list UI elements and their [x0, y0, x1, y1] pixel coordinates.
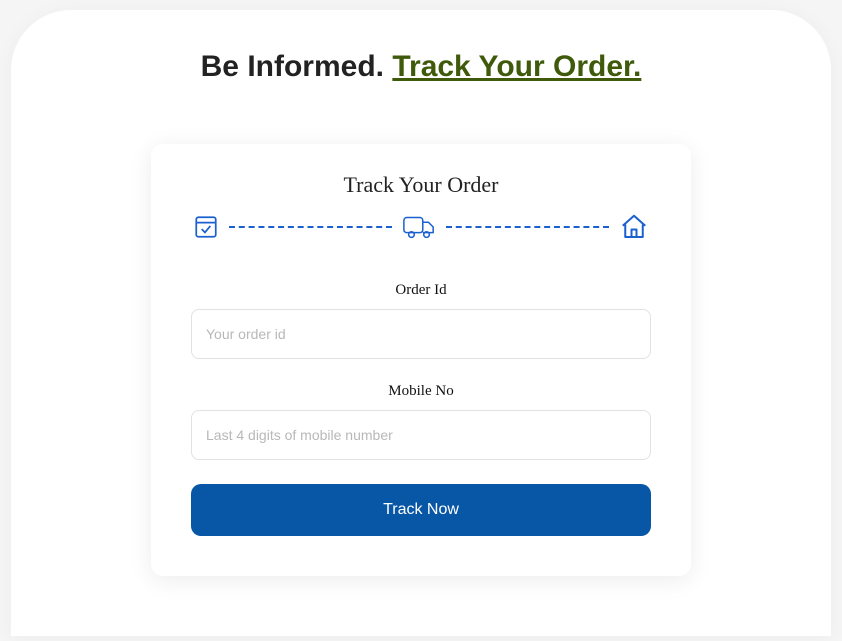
mobile-no-input[interactable]: [191, 410, 651, 460]
heading-accent: Track Your Order.: [392, 50, 641, 83]
card-title: Track Your Order: [191, 172, 651, 198]
progress-divider: [446, 226, 609, 228]
track-order-card: Track Your Order: [151, 144, 691, 576]
progress-divider: [229, 226, 392, 228]
page-heading: Be Informed. Track Your Order.: [31, 50, 811, 84]
page-container: Be Informed. Track Your Order. Track You…: [11, 10, 831, 636]
track-now-button[interactable]: Track Now: [191, 484, 651, 536]
mobile-no-label: Mobile No: [191, 383, 651, 400]
heading-prefix: Be Informed.: [201, 50, 393, 83]
shipping-truck-icon: [402, 212, 436, 242]
order-id-label: Order Id: [191, 282, 651, 299]
home-delivery-icon: [619, 212, 649, 242]
progress-row: [191, 212, 651, 242]
order-id-input[interactable]: [191, 309, 651, 359]
order-confirmed-icon: [193, 214, 219, 240]
